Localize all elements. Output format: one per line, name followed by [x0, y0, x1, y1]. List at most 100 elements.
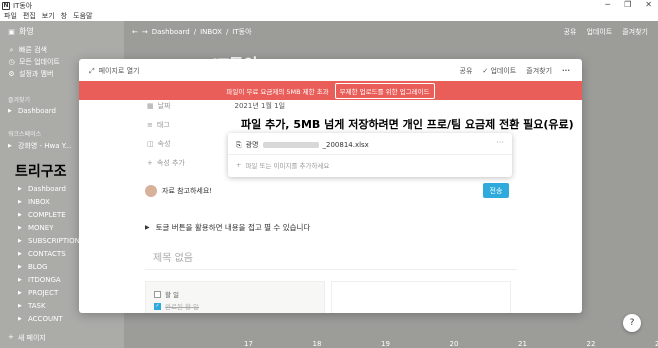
expand-triangle-icon[interactable]: ▶	[18, 238, 24, 244]
sidebar-item-label: 설정과 멤버	[19, 70, 54, 78]
checkbox[interactable]	[154, 290, 161, 298]
expand-triangle-icon[interactable]: ▶	[18, 186, 24, 192]
sidebar-item-label: BLOG	[28, 263, 48, 271]
property-tags[interactable]: ≡ 태그	[147, 120, 170, 130]
toggle-triangle-icon[interactable]: ▶	[145, 224, 150, 231]
expand-triangle-icon[interactable]: ▶	[18, 277, 24, 283]
open-as-page-button[interactable]: ⤢ 페이지로 열기	[89, 66, 139, 76]
back-arrow-icon[interactable]: ←	[132, 28, 138, 36]
expand-triangle-icon[interactable]: ▶	[18, 212, 24, 218]
menu-bar: 파일 편집 보기 창 도움말	[0, 11, 658, 21]
sidebar-item-label: INBOX	[28, 198, 50, 206]
property-label: 속성 추가	[156, 159, 185, 167]
expand-triangle-icon[interactable]: ▶	[18, 290, 24, 296]
todo-item[interactable]: ✓ 완료된 할 일	[154, 301, 199, 311]
workspace-switcher[interactable]: ▣ 화영	[8, 26, 34, 37]
share-button[interactable]: 공유	[564, 27, 577, 37]
upgrade-button[interactable]: 무제한 업로드를 위한 업그레이드	[334, 82, 435, 99]
expand-triangle-icon[interactable]: ▶	[8, 143, 14, 149]
send-button[interactable]: 전송	[483, 183, 509, 198]
calendar-day: 21	[518, 340, 527, 348]
breadcrumb-item[interactable]: Dashboard	[152, 28, 190, 36]
updates-button[interactable]: 업데이트	[586, 27, 612, 37]
updates-button[interactable]: ✓ 업데이트	[482, 66, 516, 76]
add-property-button[interactable]: + 속성 추가	[147, 158, 185, 168]
close-icon[interactable]: ✕	[645, 0, 652, 9]
sidebar-item-label: ACCOUNT	[28, 315, 63, 323]
new-page-button[interactable]: + 새 페이지	[8, 333, 46, 343]
sidebar-item-blog[interactable]: ▶ BLOG	[18, 263, 47, 271]
banner-text: 파일이 무료 요금제의 5MB 제한 초과	[226, 87, 329, 96]
sidebar-item-complete[interactable]: ▶ COMPLETE	[18, 211, 66, 219]
breadcrumb-item[interactable]: IT동아	[232, 27, 251, 37]
plus-icon: +	[147, 159, 153, 167]
expand-triangle-icon[interactable]: ▶	[8, 108, 14, 114]
sidebar-item-label: MONEY	[28, 224, 54, 232]
sidebar-item-itdonga[interactable]: ▶ ITDONGA	[18, 276, 61, 284]
attribute-icon: ◫	[147, 140, 154, 148]
sidebar-item-label: COMPLETE	[28, 211, 66, 219]
comment-input[interactable]: 자료 참고하세요! @	[145, 183, 509, 199]
sidebar-item-subscription[interactable]: ▶ SUBSCRIPTION	[18, 237, 80, 245]
calendar-day: 17	[244, 340, 253, 348]
breadcrumb-item[interactable]: INBOX	[200, 28, 222, 36]
menu-window[interactable]: 창	[61, 11, 67, 21]
calendar-icon: ▦	[147, 102, 154, 110]
untitled-heading[interactable]: 제목 없음	[145, 249, 517, 270]
help-button[interactable]: ?	[623, 314, 641, 332]
sidebar-item-settings[interactable]: ⚙ 설정과 멤버	[8, 69, 53, 79]
paperclip-icon: ⎘	[236, 140, 242, 149]
more-icon[interactable]: ···	[562, 67, 570, 75]
favorite-button[interactable]: 즐겨찾기	[526, 66, 552, 76]
title-bar: N IT동아 ─ ❐ ✕	[0, 0, 658, 11]
sidebar-item-workspace-user[interactable]: ▶ 강화영 - Hwa Y...	[8, 141, 71, 151]
sidebar-item-task[interactable]: ▶ TASK	[18, 302, 46, 310]
expand-icon: ⤢	[89, 66, 95, 75]
menu-file[interactable]: 파일	[4, 11, 17, 21]
blurred-file-name	[262, 142, 319, 148]
toggle-block[interactable]: ▶ 토글 버튼을 활용하면 내용을 접고 펼 수 있습니다	[145, 222, 310, 233]
sidebar-item-money[interactable]: ▶ MONEY	[18, 224, 53, 232]
file-name-prefix: 광명	[245, 141, 259, 149]
sidebar-item-favorite-dashboard[interactable]: ▶ Dashboard	[8, 107, 56, 115]
attached-file[interactable]: ⎘ 광명 _200814.xlsx	[236, 140, 369, 150]
breadcrumb-separator: /	[193, 28, 197, 36]
expand-triangle-icon[interactable]: ▶	[18, 303, 24, 309]
property-date[interactable]: ▦ 날짜 2021년 1월 1일	[147, 101, 285, 111]
property-label: 날짜	[157, 102, 171, 110]
upload-limit-banner: 파일이 무료 요금제의 5MB 제한 초과 무제한 업로드를 위한 업그레이드	[79, 81, 582, 100]
sidebar-item-label: 모든 업데이트	[19, 58, 60, 66]
share-button[interactable]: 공유	[460, 66, 473, 76]
menu-edit[interactable]: 편집	[23, 11, 36, 21]
page-modal: ⤢ 페이지로 열기 공유 ✓ 업데이트 즐겨찾기 ··· 파일이 무료 요금제의…	[79, 59, 582, 313]
minimize-icon[interactable]: ─	[605, 0, 610, 9]
more-icon[interactable]: ···	[496, 138, 504, 147]
sidebar-item-updates[interactable]: ◷ 모든 업데이트	[8, 57, 60, 67]
menu-view[interactable]: 보기	[42, 11, 55, 21]
sidebar-item-contacts[interactable]: ▶ CONTACTS	[18, 250, 66, 258]
menu-help[interactable]: 도움말	[73, 11, 92, 21]
expand-triangle-icon[interactable]: ▶	[18, 264, 24, 270]
sidebar-item-label: Dashboard	[28, 185, 66, 193]
property-attributes[interactable]: ◫ 속성	[147, 139, 171, 149]
todo-item[interactable]: 할 일	[154, 289, 179, 299]
expand-triangle-icon[interactable]: ▶	[18, 225, 24, 231]
app-window: N IT동아 ─ ❐ ✕ 파일 편집 보기 창 도움말 ▣ 화영 ⌕ 빠른 검색…	[0, 0, 658, 348]
file-attachment-popup: ⎘ 광명 _200814.xlsx ··· + 파일 또는 이미지를 추가하세요	[228, 133, 512, 177]
sidebar-item-label: 강화영 - Hwa Y...	[18, 142, 72, 150]
maximize-icon[interactable]: ❐	[624, 0, 631, 9]
forward-arrow-icon[interactable]: →	[142, 28, 148, 36]
expand-triangle-icon[interactable]: ▶	[18, 316, 24, 322]
sidebar-item-project[interactable]: ▶ PROJECT	[18, 289, 58, 297]
add-file-button[interactable]: + 파일 또는 이미지를 추가하세요	[236, 160, 329, 170]
expand-triangle-icon[interactable]: ▶	[18, 251, 24, 257]
expand-triangle-icon[interactable]: ▶	[18, 199, 24, 205]
checkbox-checked[interactable]: ✓	[154, 302, 161, 310]
empty-board	[331, 281, 511, 313]
sidebar-item-account[interactable]: ▶ ACCOUNT	[18, 315, 63, 323]
sidebar-item-dashboard[interactable]: ▶ Dashboard	[18, 185, 66, 193]
sidebar-item-label: Dashboard	[18, 107, 56, 115]
sidebar-item-inbox[interactable]: ▶ INBOX	[18, 198, 50, 206]
sidebar-item-search[interactable]: ⌕ 빠른 검색	[8, 45, 47, 55]
favorite-button[interactable]: 즐겨찾기	[622, 27, 648, 37]
